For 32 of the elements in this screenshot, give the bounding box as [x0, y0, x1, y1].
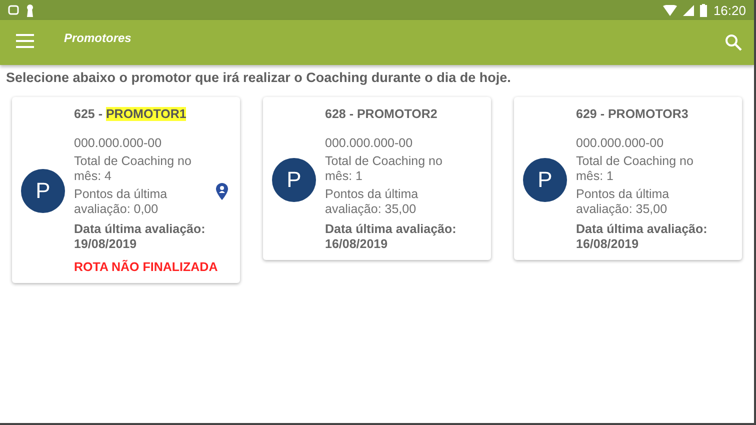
document-number: 000.000.000-00 [325, 136, 414, 151]
coaching-total: Total de Coaching no mês: 4 [74, 154, 192, 184]
route-status: ROTA NÃO FINALIZADA [74, 259, 219, 275]
signal-icon [683, 4, 694, 16]
avatar: P [272, 158, 316, 202]
avatar: P [523, 158, 567, 202]
last-score: Pontos da última avaliação: 35,00 [325, 187, 420, 217]
battery-icon [700, 4, 708, 16]
promoter-name: 629 - PROMOTOR3 [576, 107, 690, 121]
wifi-icon [663, 4, 678, 16]
last-evaluation-date: Data última avaliação: 16/08/2019 [576, 222, 708, 252]
document-number: 000.000.000-00 [74, 136, 163, 151]
promoter-card[interactable]: P 628 - PROMOTOR2 000.000.000-00 Total de Coaching no mês: 1 Pontos da última avaliação: 35,00 Data última avaliação: 16/08/2019 [263, 97, 491, 260]
last-evaluation-date: Data última avaliação: 16/08/2019 [325, 222, 458, 252]
instruction-text: Selecione abaixo o promotor que irá realizar o Coaching durante o dia de hoje. [5, 69, 512, 85]
menu-icon[interactable] [16, 34, 34, 48]
coaching-total: Total de Coaching no mês: 1 [325, 154, 444, 184]
last-score: Pontos da última avaliação: 35,00 [576, 187, 670, 217]
search-icon[interactable] [725, 34, 742, 51]
last-evaluation-date: Data última avaliação: 19/08/2019 [74, 222, 206, 252]
document-number: 000.000.000-00 [576, 136, 665, 151]
keyhole-icon [26, 4, 34, 16]
promoter-card[interactable]: P 625 - PROMOTOR1 000.000.000-00 Total de Coaching no mês: 4 Pontos da última avaliação: 0,00 Data última avaliação: 19/08/2019 ROTA NÃO FINALIZADA [12, 97, 240, 283]
screen-title: Promotores [64, 31, 132, 45]
promoter-card[interactable]: P 629 - PROMOTOR3 000.000.000-00 Total de Coaching no mês: 1 Pontos da última avaliação: 35,00 Data última avaliação: 16/08/2019 [514, 97, 742, 260]
location-pin-icon[interactable] [216, 183, 228, 200]
avatar: P [21, 169, 65, 213]
coaching-total: Total de Coaching no mês: 1 [576, 154, 694, 184]
promoter-name: 625 - PROMOTOR1 [74, 107, 188, 121]
promoter-name: 628 - PROMOTOR2 [325, 107, 438, 121]
last-score: Pontos da última avaliação: 0,00 [74, 187, 168, 217]
clock: 16:20 [713, 2, 746, 18]
